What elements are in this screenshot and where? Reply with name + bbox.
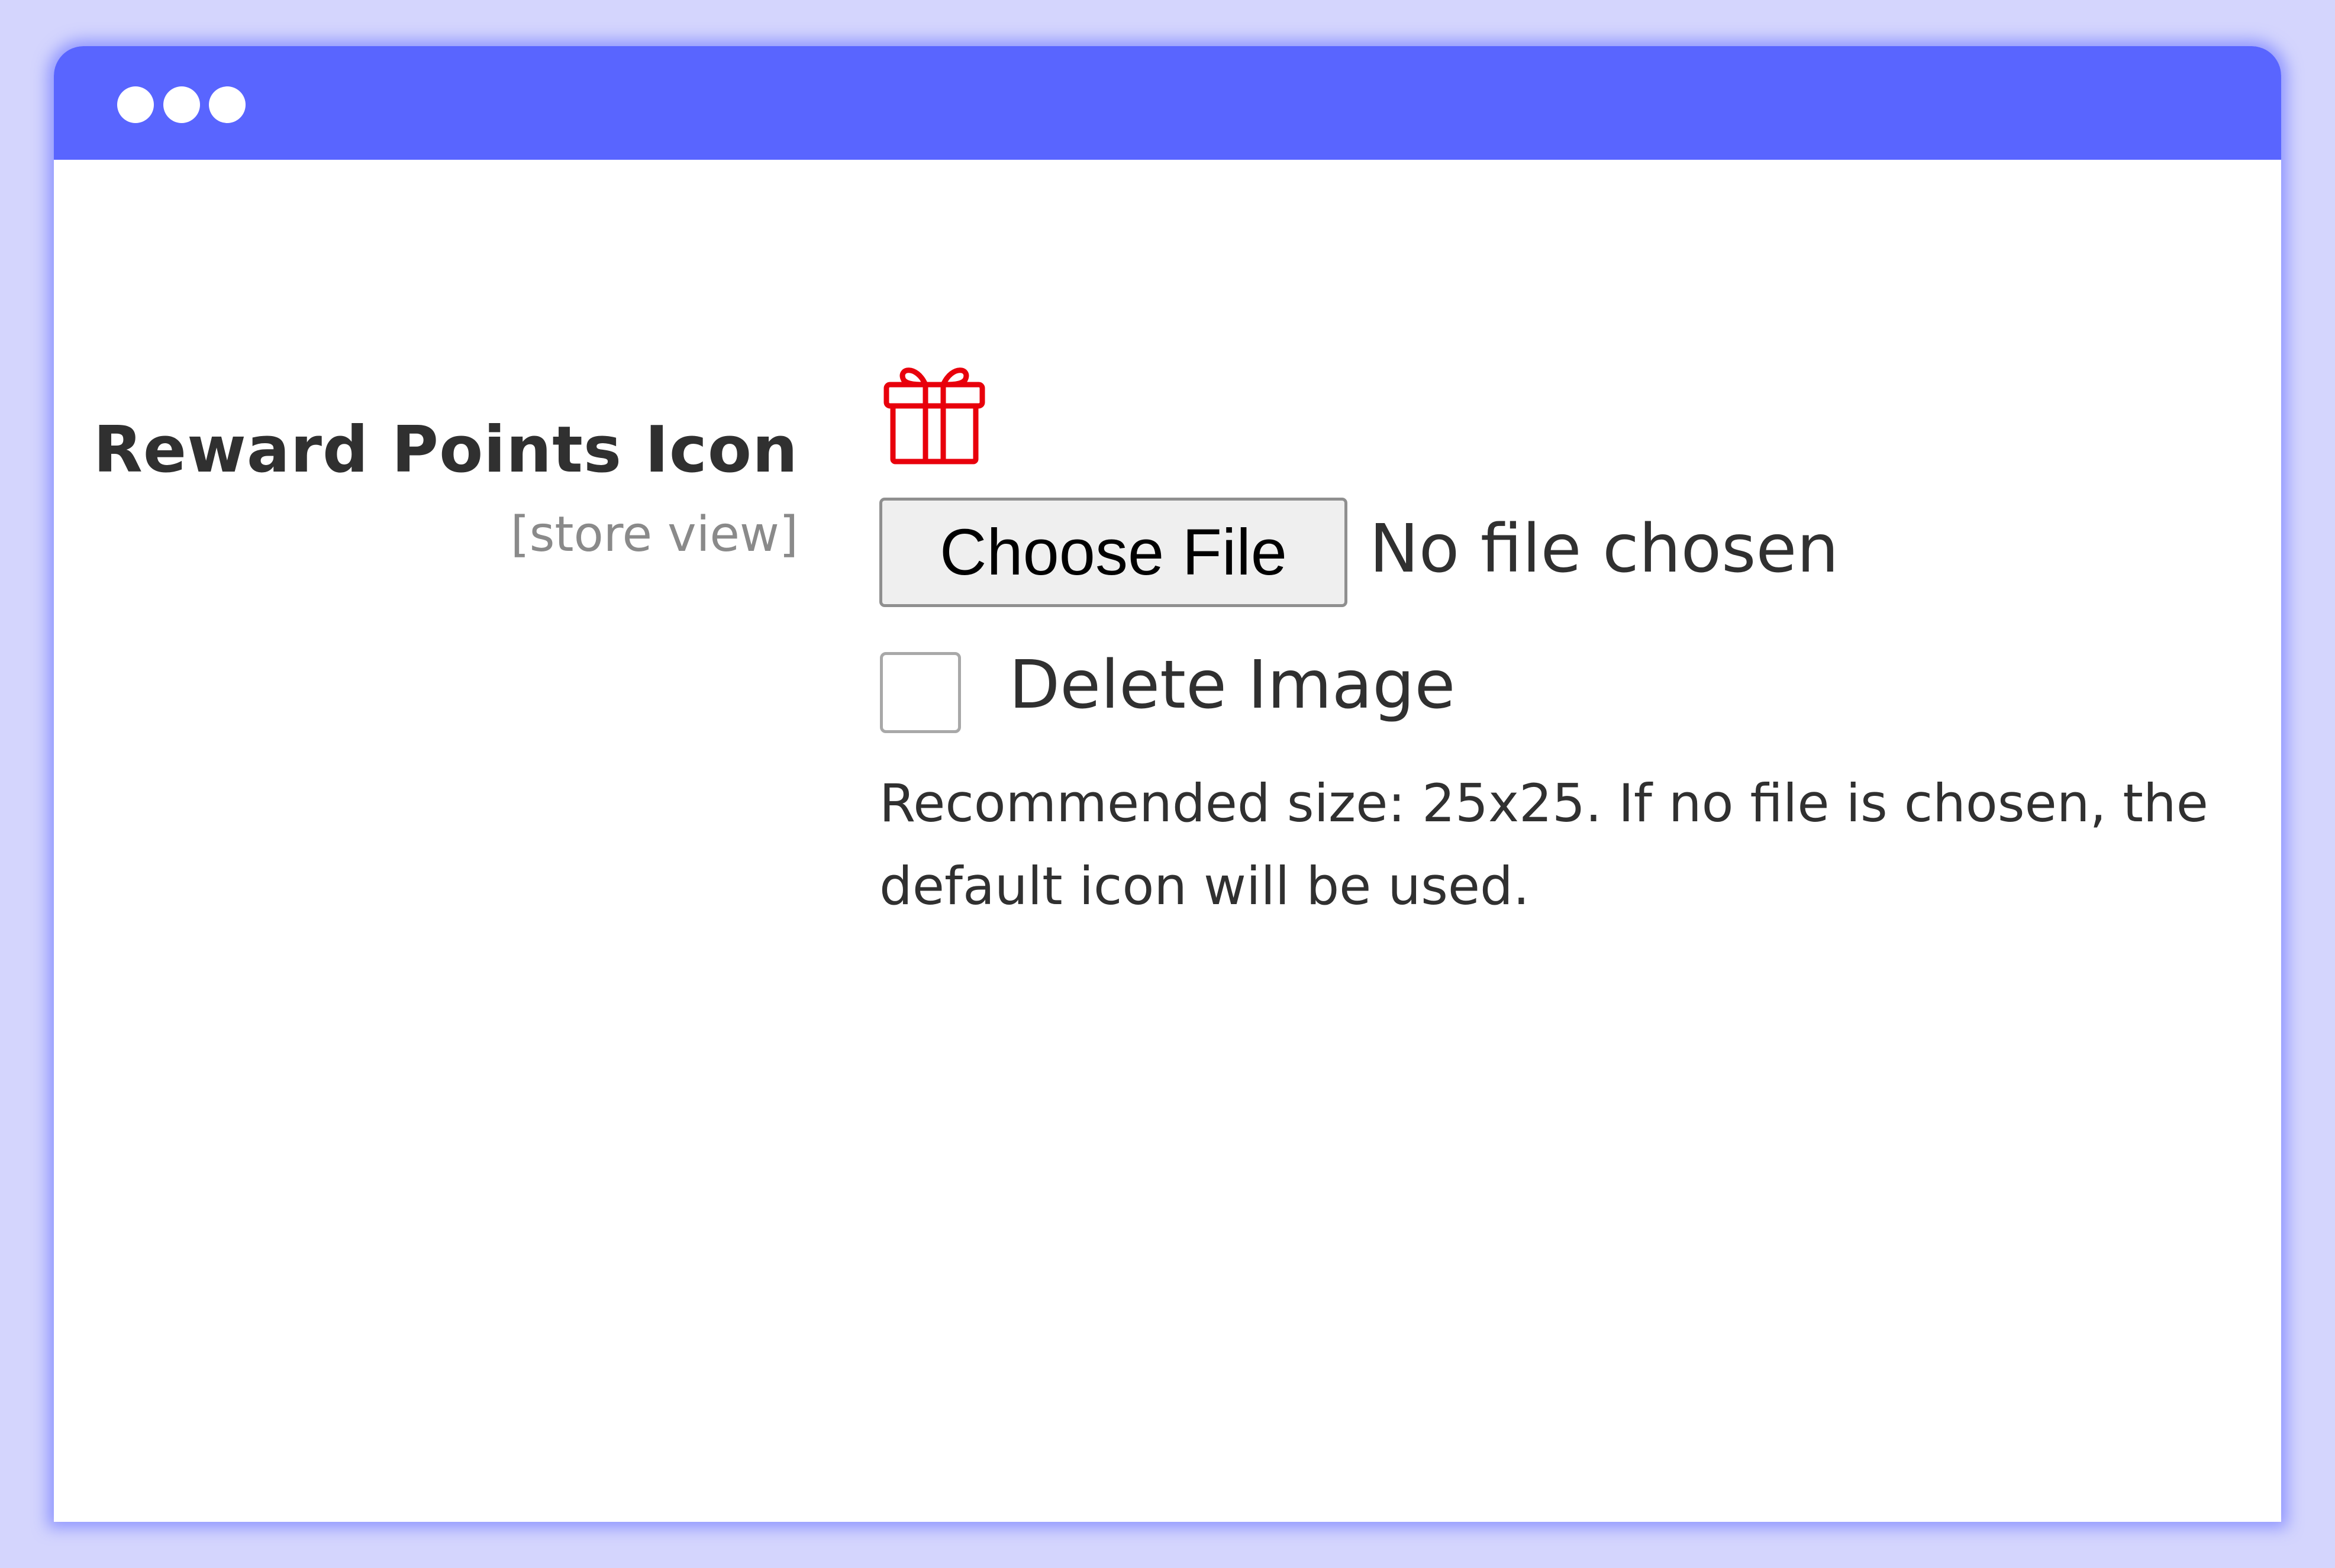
- browser-window: Reward Points Icon [store view] Choose F…: [54, 46, 2281, 1522]
- window-control-dot-2[interactable]: [163, 86, 200, 123]
- scope-label: [store view]: [510, 506, 798, 563]
- choose-file-button[interactable]: Choose File: [879, 498, 1347, 607]
- field-label: Reward Points Icon: [93, 413, 798, 487]
- gift-icon: [883, 367, 985, 464]
- window-titlebar: [54, 46, 2281, 160]
- window-control-dot-3[interactable]: [209, 86, 246, 123]
- delete-image-checkbox[interactable]: [880, 652, 961, 733]
- field-note: Recommended size: 25x25. If no file is c…: [879, 773, 2208, 917]
- file-status-text: No file chosen: [1369, 511, 1839, 588]
- window-control-dot-1[interactable]: [117, 86, 154, 123]
- delete-image-label[interactable]: Delete Image: [1009, 647, 1455, 724]
